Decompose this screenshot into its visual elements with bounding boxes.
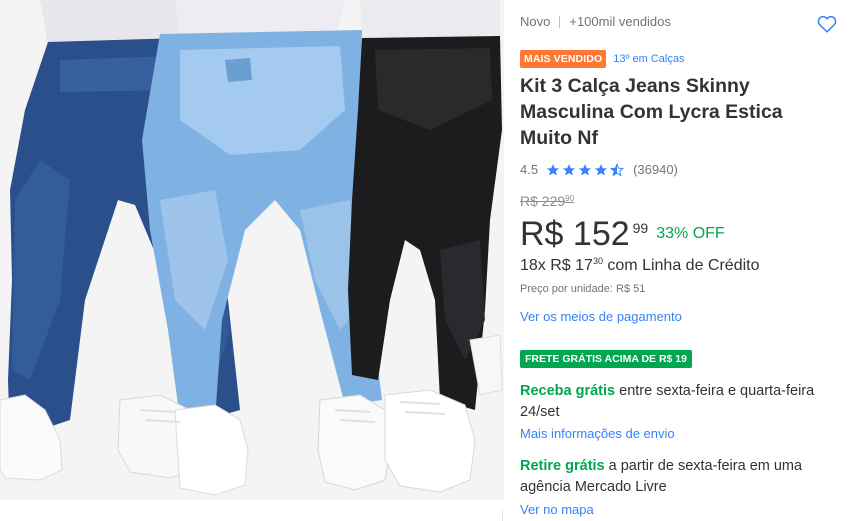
pickup-free-label: Retire grátis bbox=[520, 458, 605, 474]
meta-divider bbox=[559, 15, 561, 28]
heart-outline-icon bbox=[817, 15, 837, 33]
unit-price: Preço por unidade: R$ 51 bbox=[520, 283, 646, 295]
original-price-integer: R$ 229 bbox=[520, 193, 566, 209]
installments-method: com Linha de Crédito bbox=[602, 257, 760, 274]
star-icon bbox=[562, 163, 576, 176]
rating-score: 4.5 bbox=[520, 162, 539, 177]
installments-cents: 30 bbox=[592, 256, 603, 266]
shipping-info-link[interactable]: Mais informações de envio bbox=[520, 426, 675, 441]
star-half-icon bbox=[610, 163, 624, 176]
rating-stars bbox=[546, 163, 626, 177]
free-shipping-badge: FRETE GRÁTIS ACIMA DE R$ 19 bbox=[520, 350, 692, 368]
condition-label: Novo bbox=[520, 14, 551, 29]
rating-count: (36940) bbox=[633, 162, 678, 177]
product-image[interactable] bbox=[0, 0, 504, 500]
installments: 18x R$ 1730 com Linha de Crédito bbox=[520, 256, 759, 275]
star-icon bbox=[546, 163, 560, 176]
favorite-button[interactable] bbox=[816, 13, 838, 35]
delivery-info: Receba grátis entre sexta-feira e quarta… bbox=[520, 381, 820, 423]
delivery-free-label: Receba grátis bbox=[520, 383, 616, 399]
star-icon bbox=[578, 163, 592, 176]
product-info: Novo +100mil vendidos MAIS VENDIDO 13º e… bbox=[520, 0, 840, 521]
best-seller-badge: MAIS VENDIDO bbox=[520, 50, 607, 68]
original-price-cents: 90 bbox=[565, 194, 575, 203]
pickup-info: Retire grátis a partir de sexta-feira em… bbox=[520, 456, 820, 498]
installments-amount: 18x R$ 17 bbox=[520, 257, 593, 274]
image-bottom-area bbox=[0, 500, 504, 521]
payment-methods-link[interactable]: Ver os meios de pagamento bbox=[520, 309, 682, 324]
product-title: Kit 3 Calça Jeans Skinny Masculina Com L… bbox=[520, 75, 783, 149]
view-map-link[interactable]: Ver no mapa bbox=[520, 502, 594, 517]
current-price-integer: R$ 152 bbox=[520, 215, 630, 253]
sold-count: +100mil vendidos bbox=[569, 14, 671, 29]
jeans-photo bbox=[0, 0, 504, 500]
star-icon bbox=[594, 163, 608, 176]
current-price: R$ 152 99 33% OFF bbox=[520, 214, 725, 254]
category-rank-link[interactable]: 13º em Calças bbox=[613, 53, 684, 65]
rating-summary[interactable]: 4.5 (36940) bbox=[520, 162, 678, 177]
discount-label: 33% OFF bbox=[656, 225, 725, 242]
badges-row: MAIS VENDIDO 13º em Calças bbox=[520, 50, 685, 68]
original-price: R$ 22990 bbox=[520, 193, 574, 209]
product-meta: Novo +100mil vendidos bbox=[520, 14, 671, 29]
current-price-cents: 99 bbox=[632, 220, 649, 236]
